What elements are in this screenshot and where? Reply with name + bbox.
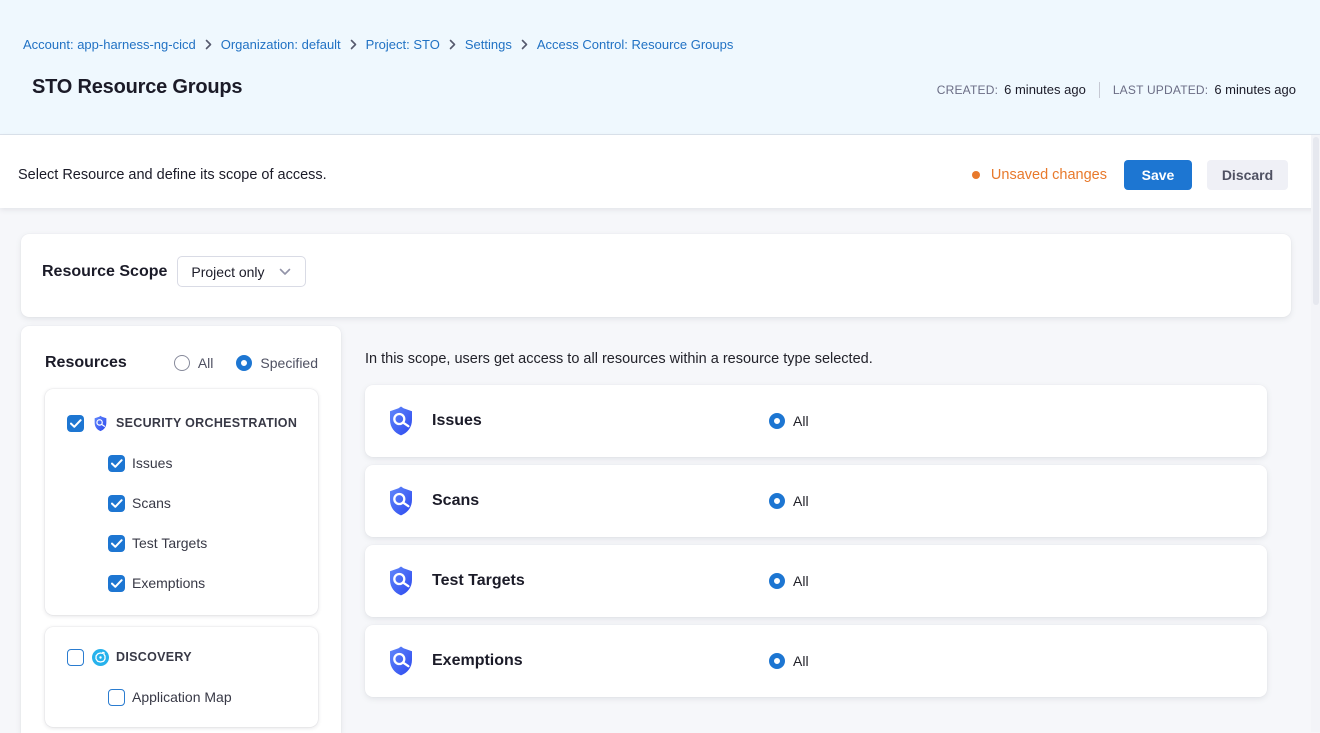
resource-scope-card: Resource Scope Project only [21, 234, 1291, 317]
last-updated-value: 6 minutes ago [1214, 82, 1296, 97]
main-content: Resources All Specified SECURITY [0, 326, 1320, 733]
radio-all-label: All [198, 355, 214, 371]
resource-label-exemptions: Exemptions [132, 575, 205, 591]
radio-specified-icon[interactable] [236, 355, 252, 371]
checkbox-test-targets[interactable] [108, 535, 125, 552]
unsaved-changes-dot-icon [972, 171, 980, 179]
group-label-security-orchestration: SECURITY ORCHESTRATION [116, 416, 297, 430]
resources-panel: Resources All Specified SECURITY [21, 326, 341, 733]
checkbox-exemptions[interactable] [108, 575, 125, 592]
resource-label-scans: Scans [132, 495, 171, 511]
access-radio-group: All [769, 385, 809, 457]
resource-card-label-issues: Issues [432, 412, 482, 430]
radio-all-icon[interactable] [174, 355, 190, 371]
save-button[interactable]: Save [1124, 160, 1192, 190]
access-radio-group: All [769, 625, 809, 697]
radio-option-all[interactable]: All [174, 355, 214, 371]
resource-label-application-map: Application Map [132, 689, 232, 705]
chevron-down-icon [279, 268, 291, 276]
breadcrumb-settings-link[interactable]: Settings [465, 37, 512, 52]
toolbar-actions: Unsaved changes Save Discard [972, 160, 1288, 190]
resource-label-test-targets: Test Targets [132, 535, 207, 551]
checkbox-discovery[interactable] [67, 649, 84, 666]
header-meta: CREATED: 6 minutes ago LAST UPDATED: 6 m… [937, 82, 1296, 98]
scope-detail-column: In this scope, users get access to all r… [365, 326, 1267, 733]
access-all-label: All [793, 653, 809, 669]
discovery-icon [92, 649, 109, 666]
resource-row-test-targets[interactable]: Test Targets [45, 523, 318, 563]
resource-group-security-orchestration: SECURITY ORCHESTRATION Issues Scans Test… [45, 389, 318, 615]
resource-row-exemptions[interactable]: Exemptions [45, 563, 318, 603]
access-all-label: All [793, 493, 809, 509]
resource-card-label-scans: Scans [432, 492, 479, 510]
checkbox-scans[interactable] [108, 495, 125, 512]
chevron-right-icon [205, 39, 212, 50]
breadcrumb-project-link[interactable]: Project: STO [366, 37, 440, 52]
resource-card-scans: Scans All [365, 465, 1267, 537]
toolbar: Select Resource and define its scope of … [0, 135, 1320, 208]
radio-all-icon[interactable] [769, 653, 785, 669]
group-header-row[interactable]: SECURITY ORCHESTRATION [45, 403, 318, 443]
sto-shield-icon [385, 485, 417, 517]
breadcrumb-organization-link[interactable]: Organization: default [221, 37, 341, 52]
resource-label-issues: Issues [132, 455, 172, 471]
resource-row-scans[interactable]: Scans [45, 483, 318, 523]
checkbox-issues[interactable] [108, 455, 125, 472]
group-header-row[interactable]: DISCOVERY [45, 637, 318, 677]
radio-option-specified[interactable]: Specified [236, 355, 318, 371]
resource-card-exemptions: Exemptions All [365, 625, 1267, 697]
resource-scope-select[interactable]: Project only [177, 256, 306, 287]
meta-divider [1099, 82, 1100, 98]
scroll-area: Select Resource and define its scope of … [0, 135, 1320, 732]
access-all-label: All [793, 573, 809, 589]
sto-shield-icon [92, 415, 109, 432]
sto-shield-icon [385, 405, 417, 437]
page-title: STO Resource Groups [32, 76, 242, 99]
resources-title: Resources [45, 354, 127, 372]
radio-specified-label: Specified [260, 355, 318, 371]
chevron-right-icon [449, 39, 456, 50]
resource-row-issues[interactable]: Issues [45, 443, 318, 483]
radio-all-icon[interactable] [769, 493, 785, 509]
radio-all-icon[interactable] [769, 573, 785, 589]
sto-shield-icon [385, 565, 417, 597]
scope-description: In this scope, users get access to all r… [365, 351, 1267, 367]
access-radio-group: All [769, 465, 809, 537]
created-label: CREATED: [937, 83, 998, 97]
resource-card-test-targets: Test Targets All [365, 545, 1267, 617]
breadcrumb-access-control-link[interactable]: Access Control: Resource Groups [537, 37, 734, 52]
access-all-label: All [793, 413, 809, 429]
resource-scope-label: Resource Scope [42, 256, 167, 287]
radio-all-icon[interactable] [769, 413, 785, 429]
breadcrumb: Account: app-harness-ng-cicd Organizatio… [0, 0, 1320, 52]
scrollbar-track[interactable] [1311, 135, 1320, 732]
breadcrumb-account-link[interactable]: Account: app-harness-ng-cicd [23, 37, 196, 52]
scrollbar-thumb[interactable] [1313, 137, 1319, 305]
chevron-right-icon [350, 39, 357, 50]
resource-card-label-exemptions: Exemptions [432, 652, 523, 670]
created-value: 6 minutes ago [1004, 82, 1086, 97]
sto-shield-icon [385, 645, 417, 677]
chevron-right-icon [521, 39, 528, 50]
toolbar-subtitle: Select Resource and define its scope of … [18, 167, 327, 183]
unsaved-changes-label: Unsaved changes [991, 167, 1107, 183]
page-header: Account: app-harness-ng-cicd Organizatio… [0, 0, 1320, 135]
resource-group-discovery: DISCOVERY Application Map [45, 627, 318, 727]
resource-card-label-test-targets: Test Targets [432, 572, 525, 590]
discard-button[interactable]: Discard [1207, 160, 1288, 190]
group-label-discovery: DISCOVERY [116, 650, 192, 664]
resource-scope-selected-value: Project only [191, 264, 264, 280]
resource-row-application-map[interactable]: Application Map [45, 677, 318, 717]
resource-card-issues: Issues All [365, 385, 1267, 457]
checkbox-application-map[interactable] [108, 689, 125, 706]
resources-mode-radio-group: All Specified [174, 355, 318, 371]
access-radio-group: All [769, 545, 809, 617]
last-updated-label: LAST UPDATED: [1113, 83, 1209, 97]
checkbox-security-orchestration[interactable] [67, 415, 84, 432]
